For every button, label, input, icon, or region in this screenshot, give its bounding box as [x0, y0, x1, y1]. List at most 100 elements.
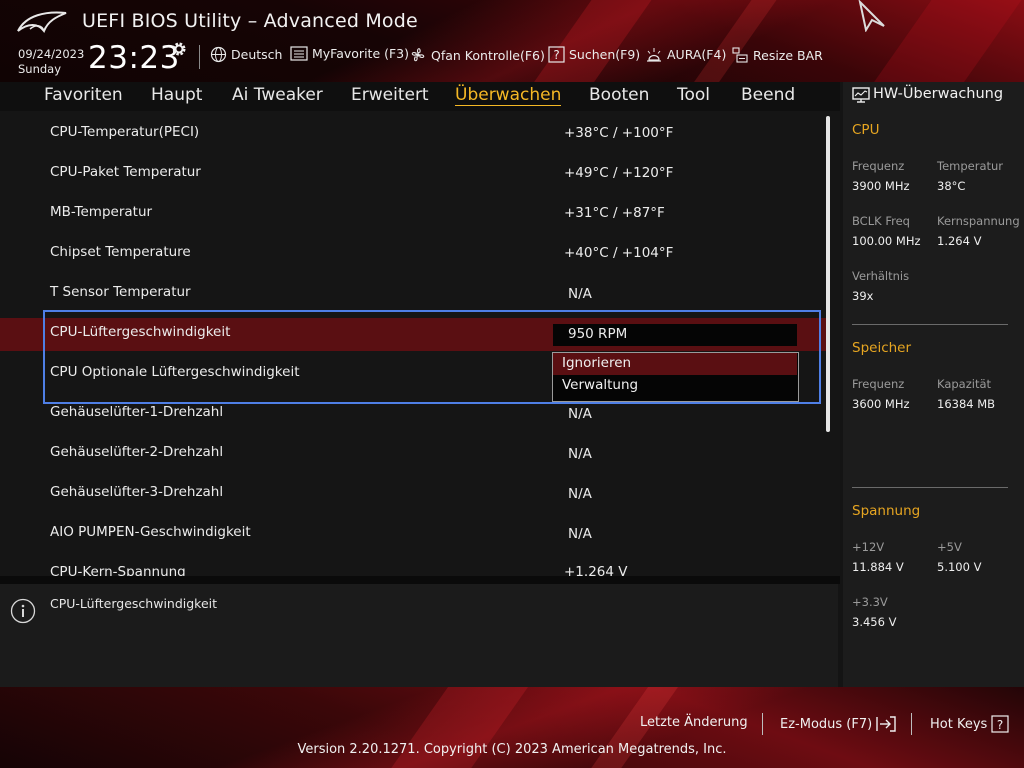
toolbar-separator: [199, 45, 200, 69]
app-title: UEFI BIOS Utility – Advanced Mode: [82, 10, 418, 32]
tab-favoriten[interactable]: Favoriten: [44, 85, 123, 105]
hw-cpu-ratio-label: Verhältnis: [852, 269, 910, 283]
fan-icon: [411, 48, 425, 62]
tab-ai-tweaker[interactable]: Ai Tweaker: [232, 85, 323, 105]
row-label[interactable]: CPU-Paket Temperatur: [50, 164, 201, 180]
hw-mem-freq-value: 3600 MHz: [852, 397, 910, 411]
hw-v12-label: +12V: [852, 540, 885, 554]
aura-button[interactable]: AURA(F4): [645, 46, 726, 63]
hw-cpu-temp-value: 38°C: [937, 179, 966, 193]
hw-cpu-ratio-value: 39x: [852, 289, 874, 303]
language-label: Deutsch: [231, 47, 283, 62]
help-search-icon: ?: [548, 46, 565, 63]
tab-beend[interactable]: Beend: [741, 85, 795, 105]
selection-frame: [43, 310, 821, 404]
rog-logo-icon: [17, 11, 67, 34]
row-value: +40°C / +104°F: [564, 245, 674, 261]
hw-v33-value: 3.456 V: [852, 615, 897, 629]
hw-v5-value: 5.100 V: [937, 560, 982, 574]
row-label[interactable]: T Sensor Temperatur: [50, 284, 191, 300]
tab-tool[interactable]: Tool: [677, 85, 710, 105]
row-value: +31°C / +87°F: [564, 205, 665, 221]
hw-mem-cap-label: Kapazität: [937, 377, 992, 391]
row-label[interactable]: Gehäuselüfter-2-Drehzahl: [50, 444, 223, 460]
footer-separator: [911, 713, 912, 735]
aura-light-icon: [647, 48, 661, 62]
header-decoration: [521, 0, 659, 82]
row-value: +49°C / +120°F: [564, 165, 674, 181]
hot-keys-label: Hot Keys: [930, 716, 988, 732]
row-value: N/A: [568, 286, 592, 302]
version-text: Version 2.20.1271. Copyright (C) 2023 Am…: [297, 742, 727, 757]
search-label: Suchen(F9): [569, 47, 641, 62]
hw-monitor-title: HW-Überwachung: [873, 86, 1004, 102]
tab-ueberwachen[interactable]: Überwachen: [455, 85, 562, 106]
row-label[interactable]: Gehäuselüfter-1-Drehzahl: [50, 404, 223, 420]
gear-icon[interactable]: [170, 40, 188, 58]
hw-separator: [852, 324, 1008, 325]
monitor-icon: [852, 87, 870, 103]
help-question-icon: ?: [991, 715, 1009, 733]
myfavorite-label: MyFavorite (F3): [312, 46, 410, 61]
row-value: N/A: [568, 486, 592, 502]
svg-text:?: ?: [553, 48, 559, 62]
hot-keys-button[interactable]: Hot Keys ?: [930, 715, 1010, 733]
ez-mode-button[interactable]: Ez-Modus (F7): [780, 715, 897, 733]
day-label: Sunday: [18, 62, 62, 76]
hw-mem-freq-label: Frequenz: [852, 377, 905, 391]
hw-v33-label: +3.3V: [852, 595, 888, 609]
hw-cpu-freq-value: 3900 MHz: [852, 179, 910, 193]
hw-cpu-heading: CPU: [852, 122, 880, 138]
row-value: N/A: [568, 446, 592, 462]
tab-booten[interactable]: Booten: [589, 85, 649, 105]
globe-icon: [210, 46, 227, 63]
favorite-list-icon: [290, 46, 308, 61]
language-button[interactable]: Deutsch: [210, 46, 282, 63]
hw-cpu-vcore-label: Kernspannung: [937, 214, 1020, 228]
tab-haupt[interactable]: Haupt: [151, 85, 202, 105]
info-icon: [10, 598, 36, 624]
last-change-button[interactable]: Letzte Änderung: [640, 715, 748, 730]
qfan-label: Qfan Kontrolle(F6): [431, 47, 545, 63]
exit-arrow-icon: [876, 716, 896, 732]
header-decoration: [681, 0, 784, 82]
date-label: 09/24/2023: [18, 47, 85, 61]
rog-mark-icon: [858, 0, 885, 32]
row-label[interactable]: Chipset Temperature: [50, 244, 191, 260]
hw-cpu-bclk-label: BCLK Freq: [852, 214, 910, 228]
row-value: +1.264 V: [564, 564, 628, 576]
row-label[interactable]: CPU-Kern-Spannung: [50, 564, 186, 576]
help-divider: [0, 576, 840, 584]
row-value: N/A: [568, 526, 592, 542]
ez-mode-label: Ez-Modus (F7): [780, 716, 873, 732]
hw-separator: [852, 487, 1008, 488]
help-text: CPU-Lüftergeschwindigkeit: [50, 596, 218, 611]
footer-separator: [762, 713, 763, 735]
row-value: N/A: [568, 406, 592, 422]
aura-label: AURA(F4): [667, 47, 727, 62]
row-label[interactable]: CPU-Temperatur(PECI): [50, 124, 199, 140]
hw-cpu-freq-label: Frequenz: [852, 159, 905, 173]
row-label[interactable]: AIO PUMPEN-Geschwindigkeit: [50, 524, 251, 540]
hw-v12-value: 11.884 V: [852, 560, 904, 574]
row-label[interactable]: MB-Temperatur: [50, 204, 152, 220]
hw-mem-cap-value: 16384 MB: [937, 397, 996, 411]
resize-bar-icon: [732, 47, 748, 63]
hw-memory-heading: Speicher: [852, 340, 912, 356]
tab-erweitert[interactable]: Erweitert: [351, 85, 429, 105]
myfavorite-button[interactable]: MyFavorite (F3): [290, 46, 409, 61]
resize-bar-button[interactable]: Resize BAR: [731, 46, 823, 64]
scrollbar[interactable]: [826, 116, 830, 432]
row-value: +38°C / +100°F: [564, 125, 674, 141]
hw-cpu-vcore-value: 1.264 V: [937, 234, 982, 248]
hw-cpu-bclk-value: 100.00 MHz: [852, 234, 921, 248]
last-change-label: Letzte Änderung: [640, 715, 748, 730]
resize-bar-label: Resize BAR: [753, 47, 823, 63]
hw-voltage-heading: Spannung: [852, 503, 921, 519]
row-label[interactable]: Gehäuselüfter-3-Drehzahl: [50, 484, 223, 500]
hw-v5-label: +5V: [937, 540, 962, 554]
qfan-button[interactable]: Qfan Kontrolle(F6): [409, 46, 545, 64]
hw-cpu-temp-label: Temperatur: [937, 159, 1004, 173]
svg-text:?: ?: [997, 718, 1003, 732]
search-button[interactable]: ? Suchen(F9): [548, 46, 640, 63]
